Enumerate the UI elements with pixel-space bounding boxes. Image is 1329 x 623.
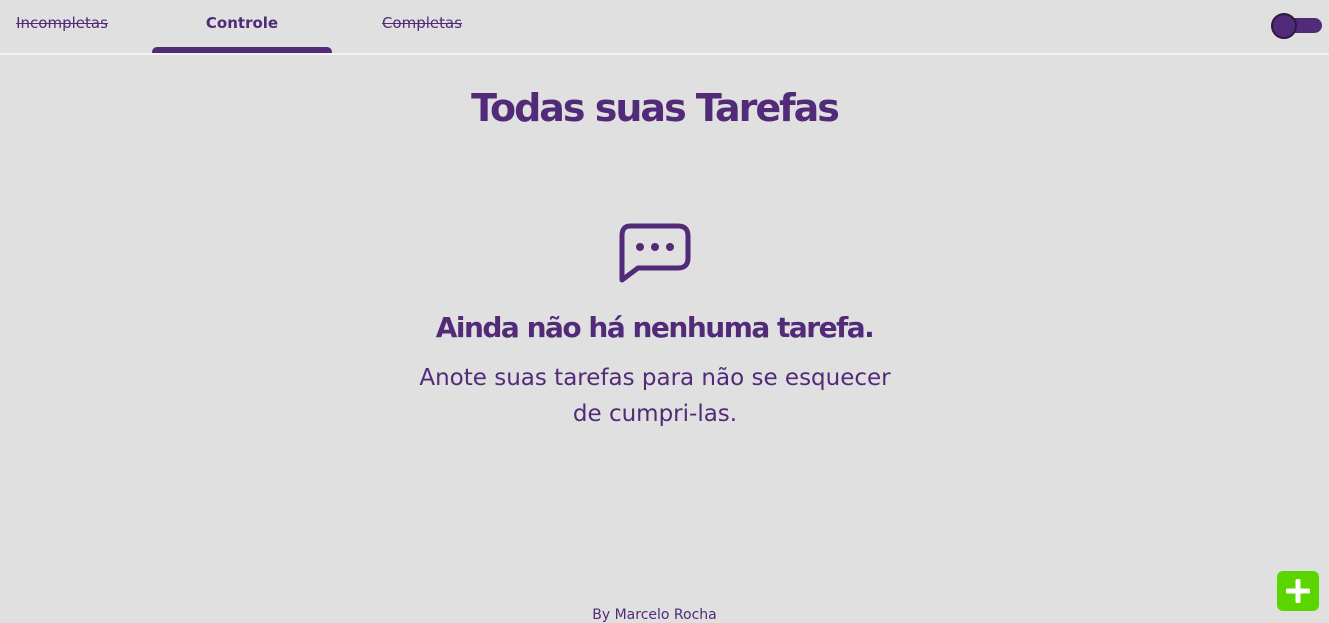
tab-incompletas[interactable]: Incompletas — [0, 0, 152, 53]
empty-state-line: de cumpri-las. — [572, 401, 738, 427]
plus-icon — [1286, 579, 1310, 603]
footer-credit: By Marcelo Rocha — [592, 607, 717, 623]
empty-state-message: Anote suas tarefas para não se esquecer … — [405, 360, 905, 432]
tab-completas[interactable]: Completas — [332, 0, 512, 53]
chat-bubble-dots-icon — [616, 222, 692, 286]
add-task-button[interactable] — [1277, 571, 1319, 611]
tab-label: Incompletas — [16, 14, 108, 32]
tab-controle[interactable]: Controle — [152, 0, 332, 53]
empty-state-line: Anote suas tarefas para não se esquecer — [419, 365, 891, 391]
theme-toggle[interactable] — [1271, 13, 1323, 39]
tab-label: Controle — [205, 14, 279, 32]
toggle-knob — [1271, 13, 1297, 39]
empty-state-title: Ainda não há nenhuma tarefa. — [435, 311, 875, 344]
page-title: Todas suas Tarefas — [471, 86, 840, 130]
top-navigation: Incompletas Controle Completas — [0, 0, 1329, 55]
tab-label: Completas — [381, 14, 463, 32]
